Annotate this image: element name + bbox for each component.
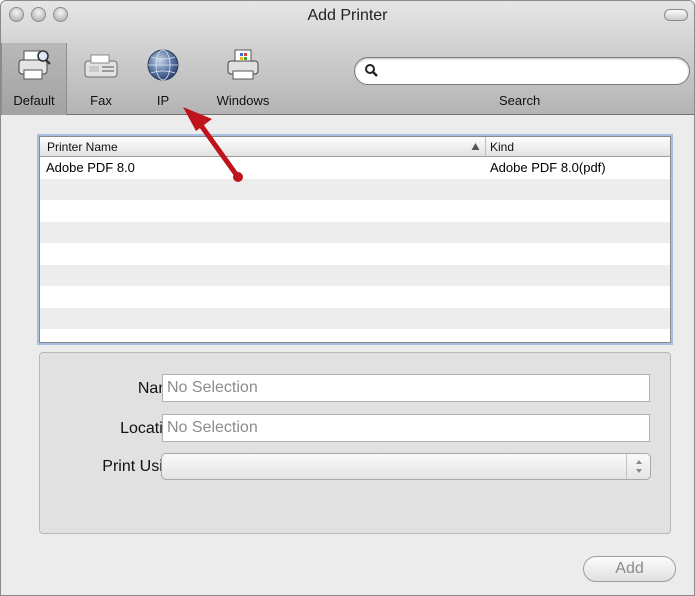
magnifier-icon [365,64,378,77]
tool-windows-label: Windows [216,93,270,108]
toolbar-toggle-button[interactable] [664,9,688,21]
add-printer-window: Add Printer Default Fax IP Windows Searc… [0,0,695,596]
print-using-select[interactable] [161,453,651,480]
tool-fax-label: Fax [90,93,112,108]
windows-printer-icon [227,49,259,80]
table-row [40,307,670,329]
toolbar-area: Add Printer Default Fax IP Windows Searc… [1,1,694,115]
table-row[interactable]: Adobe PDF 8.0 Adobe PDF 8.0(pdf) [40,157,670,179]
printer-kind-cell: Adobe PDF 8.0(pdf) [490,160,606,175]
sort-ascending-icon[interactable] [471,142,480,151]
up-down-arrows-icon [636,460,642,473]
printer-list-header: Printer Name Kind [40,137,670,157]
globe-icon [147,49,179,81]
column-printer-name[interactable]: Printer Name [40,137,486,157]
search-tool: Search [354,57,690,115]
table-row [40,243,670,265]
tool-ip-label: IP [156,93,170,108]
tool-fax[interactable]: Fax [73,43,129,115]
column-kind[interactable]: Kind [486,137,670,157]
table-row [40,221,670,243]
tool-default-label: Default [13,93,55,108]
fax-icon [84,54,118,78]
location-field[interactable]: No Selection [162,414,650,442]
tool-ip[interactable]: IP [135,43,191,115]
printer-details-panel: Name: No Selection Location: No Selectio… [39,352,671,534]
stepper-arrows [626,454,650,479]
printer-name-cell: Adobe PDF 8.0 [46,160,135,175]
tool-windows[interactable]: Windows [203,43,283,115]
tool-default[interactable]: Default [1,43,67,115]
table-row [40,286,670,308]
table-row [40,264,670,286]
table-row [40,178,670,200]
add-button[interactable]: Add [583,556,676,582]
printer-magnifier-icon [18,50,51,80]
printer-rows: Adobe PDF 8.0 Adobe PDF 8.0(pdf) [40,157,670,351]
window-title: Add Printer [307,7,388,24]
table-row [40,200,670,222]
search-input[interactable] [385,62,675,80]
printer-list[interactable]: Printer Name Kind Adobe PDF 8.0 Adobe PD… [39,136,671,343]
search-label: Search [499,93,541,108]
name-field[interactable]: No Selection [162,374,650,402]
search-field[interactable] [354,57,690,85]
table-row [40,329,670,351]
